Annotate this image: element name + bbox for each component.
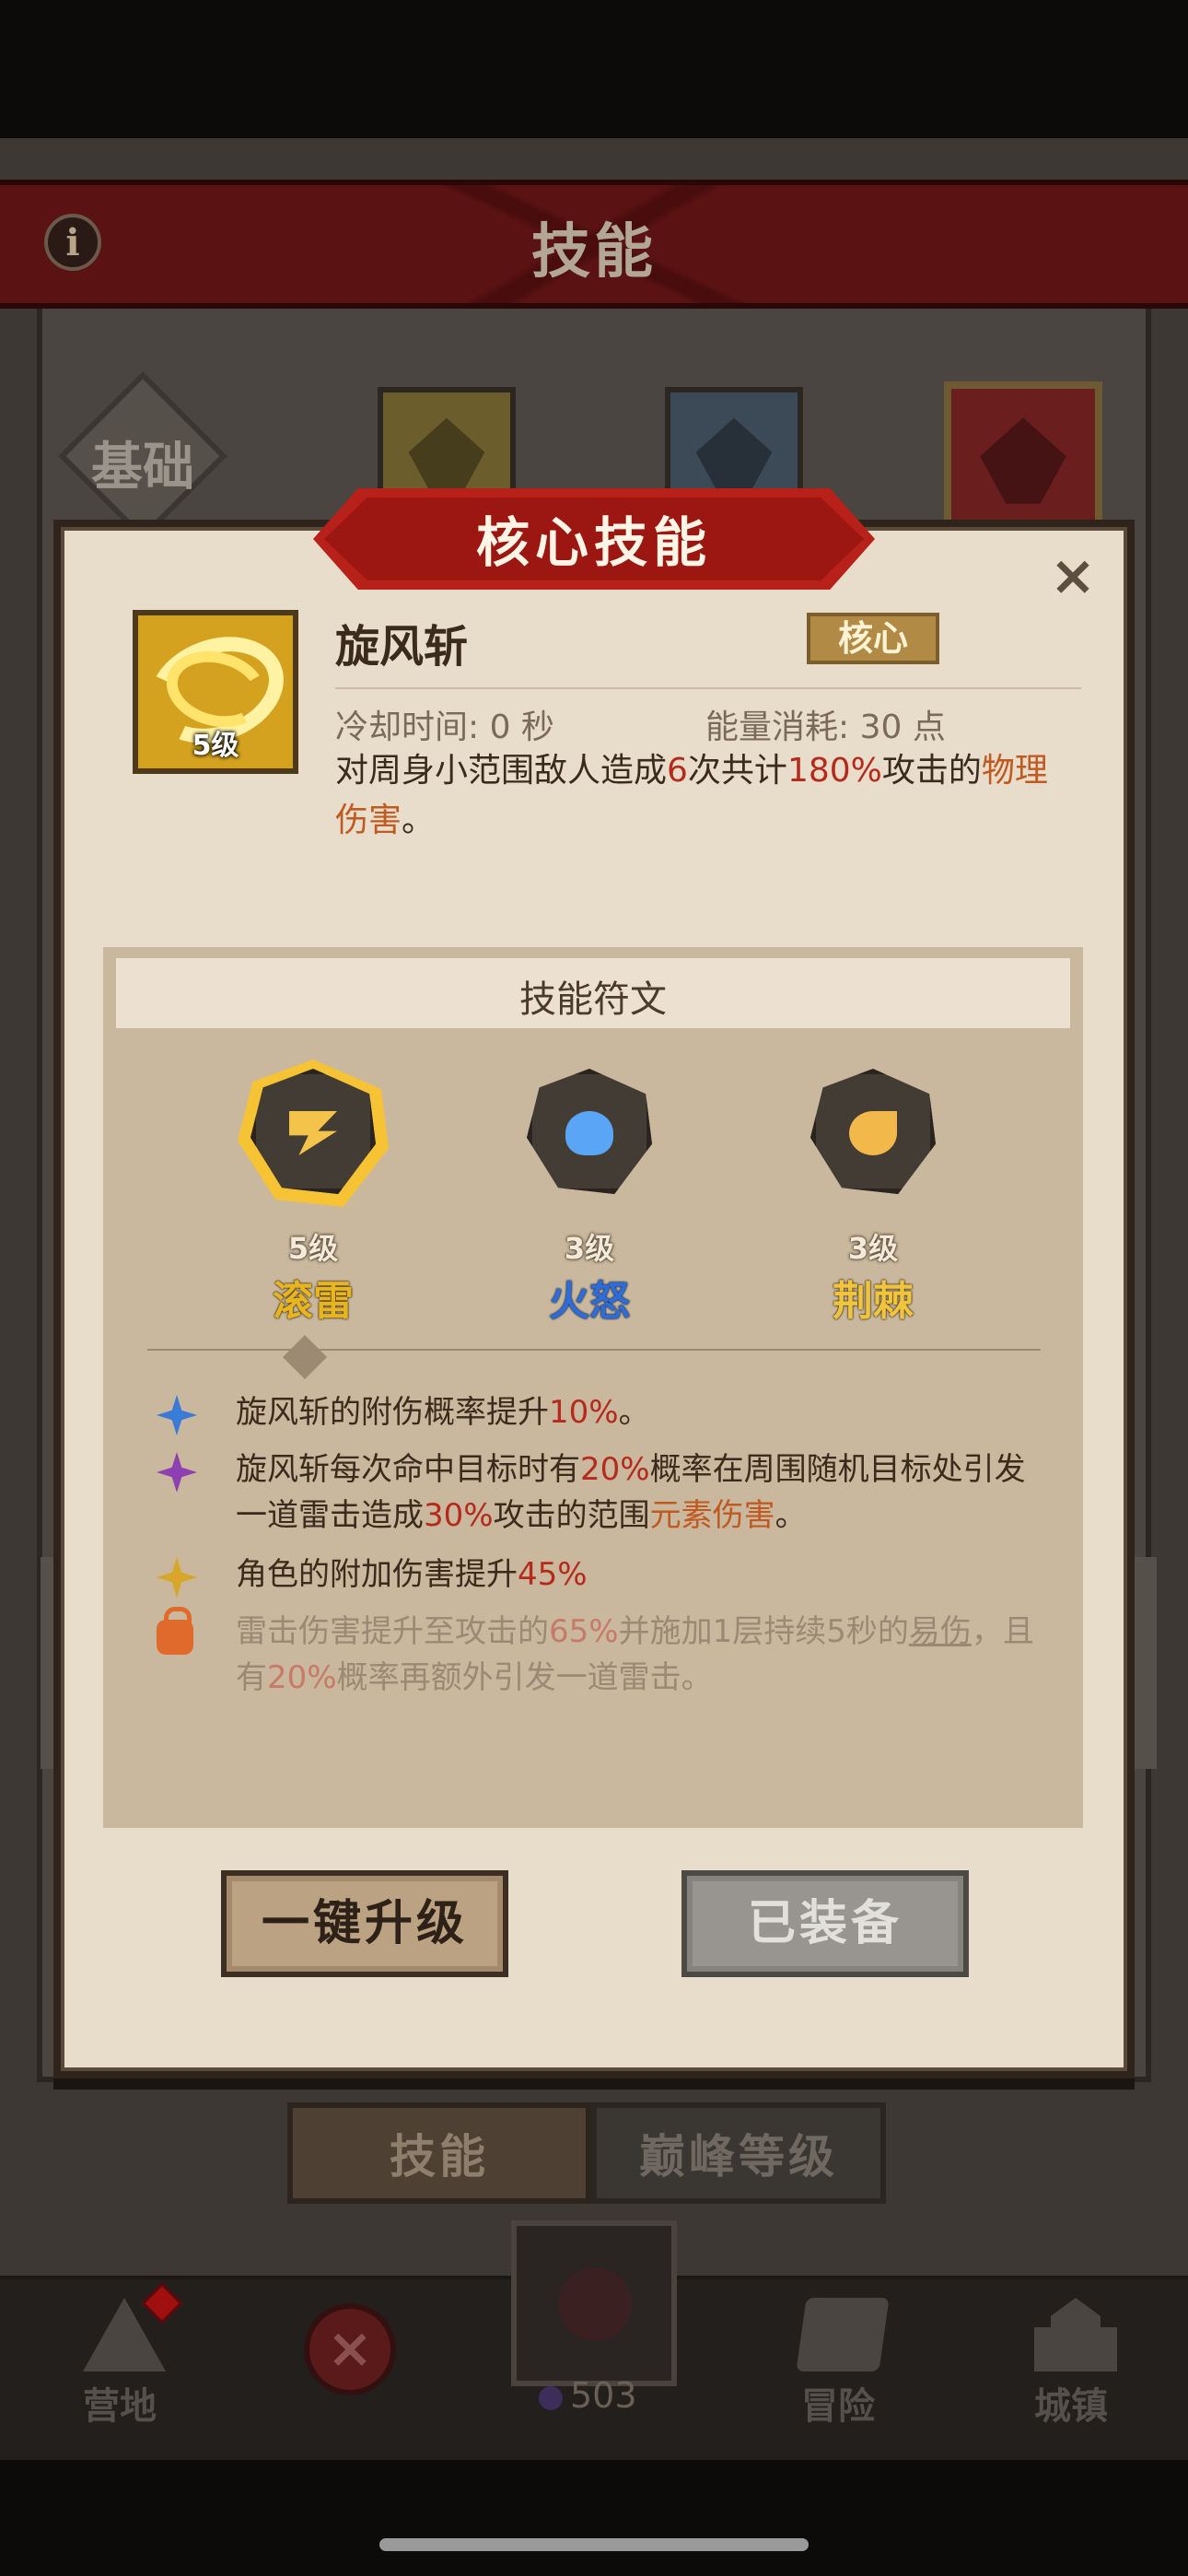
divider <box>335 687 1081 689</box>
fire-icon <box>565 1111 613 1155</box>
ice-icon <box>695 417 773 495</box>
nav-town[interactable]: 城镇 <box>979 2279 1163 2464</box>
effect-text: 旋风斩每次命中目标时有20%概率在周围随机目标处引发 一道雷击造成30%攻击的范围… <box>236 1451 1026 1534</box>
close-icon[interactable]: × <box>1048 548 1098 603</box>
rune-level: 3级 <box>847 1231 899 1266</box>
rune-level: 3级 <box>564 1231 615 1266</box>
skill-description: 对周身小范围敌人造成6次共计180%攻击的物理伤害。 <box>335 752 1048 839</box>
hammer-icon <box>408 417 485 495</box>
rune-level: 5级 <box>287 1231 339 1266</box>
nav-camp-label: 营地 <box>83 2385 157 2428</box>
modal-title: 核心技能 <box>475 511 712 574</box>
map-icon <box>796 2298 890 2371</box>
upgrade-all-button[interactable]: 一键升级 <box>221 1870 508 1977</box>
background-edge-left <box>41 1557 66 1769</box>
nav-town-label: 城镇 <box>1034 2385 1108 2428</box>
screen: i 技能 基础 技能 巅峰等级 营地 冒险 城镇 × 503 核心技能 × 5级 <box>0 0 1188 2576</box>
effect-text: 角色的附加伤害提升45% <box>236 1556 588 1593</box>
effect-text: 旋风斩的附伤概率提升10%。 <box>236 1394 650 1431</box>
tab-peak-level[interactable]: 巅峰等级 <box>591 2102 886 2204</box>
thorn-icon <box>849 1111 897 1155</box>
warrior-icon <box>980 417 1066 504</box>
page-title: 技能 <box>531 218 657 287</box>
currency-value: 503 <box>570 2375 637 2416</box>
bottom-tabs: 技能 巅峰等级 <box>287 2102 886 2204</box>
whirlwind-icon: 5级 <box>133 610 298 774</box>
tab-skills[interactable]: 技能 <box>287 2102 591 2204</box>
skill-slot-3[interactable] <box>944 381 1102 540</box>
nav-boss[interactable] <box>511 2220 677 2386</box>
castle-icon <box>1034 2298 1117 2371</box>
rune-divider <box>147 1349 1041 1351</box>
gem-icon <box>539 2385 563 2410</box>
energy-cost-text: 能量消耗: 30 点 <box>705 708 946 746</box>
cooldown-text: 冷却时间: 0 秒 <box>335 708 554 746</box>
category-label: 基础 <box>91 438 194 498</box>
effect-text: 雷击伤害提升至攻击的65%并施加1层持续5秒的易伤，且 有20%概率再额外引发一道… <box>236 1613 1034 1696</box>
rune-name: 滚雷 <box>273 1278 354 1325</box>
nav-adventure[interactable]: 冒险 <box>746 2279 930 2464</box>
close-icon: × <box>326 2316 374 2381</box>
spider-icon <box>558 2267 632 2341</box>
home-indicator[interactable] <box>379 2538 809 2551</box>
nav-adventure-label: 冒险 <box>801 2385 875 2428</box>
skill-name: 旋风斩 <box>335 621 469 673</box>
equipped-button[interactable]: 已装备 <box>681 1870 969 1977</box>
core-tag: 核心 <box>807 613 939 664</box>
rune-name: 火怒 <box>549 1278 630 1325</box>
vulnerable-link[interactable]: 易伤 <box>909 1613 972 1650</box>
rune-title: 技能符文 <box>519 978 667 1021</box>
lock-icon <box>157 1607 193 1655</box>
nav-camp[interactable]: 营地 <box>28 2279 212 2464</box>
notification-badge <box>141 2282 183 2324</box>
skill-level: 5级 <box>192 730 239 762</box>
rune-name: 荆棘 <box>833 1278 914 1325</box>
nav-close-button[interactable]: × <box>304 2303 396 2395</box>
currency-count: 503 <box>539 2375 637 2416</box>
